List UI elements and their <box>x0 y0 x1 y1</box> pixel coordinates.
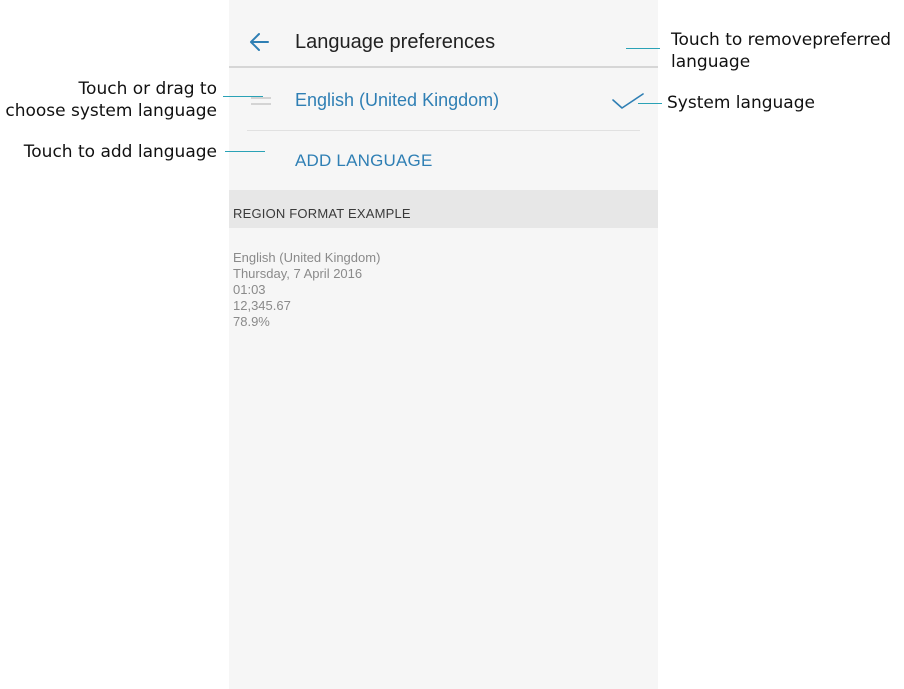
example-language: English (United Kingdom) <box>233 250 381 265</box>
example-date: Thursday, 7 April 2016 <box>233 266 363 281</box>
leader-line-remove <box>626 48 660 49</box>
example-time: 01:03 <box>233 282 266 297</box>
language-list-item[interactable]: English (United Kingdom) <box>229 68 658 131</box>
callout-remove-line2: language <box>671 52 751 72</box>
callout-drag-line2: choose system language <box>5 101 217 121</box>
callout-remove-preferred: Touch to removepreferred language <box>671 29 891 73</box>
add-language-button[interactable]: ADD LANGUAGE <box>295 151 433 171</box>
callout-remove-line1: Touch to removepreferred <box>671 30 892 50</box>
leader-line-drag <box>223 96 263 97</box>
language-name[interactable]: English (United Kingdom) <box>295 90 499 111</box>
callout-add-language: Touch to add language <box>23 142 217 162</box>
region-format-header: REGION FORMAT EXAMPLE <box>229 190 658 228</box>
example-number: 12,345.67 <box>233 298 291 313</box>
divider <box>247 130 640 131</box>
callout-drag-system-language: Touch or drag to choose system language <box>5 78 217 122</box>
example-percent: 78.9% <box>233 314 270 329</box>
drag-handle-icon[interactable] <box>251 96 271 106</box>
region-format-example: English (United Kingdom) Thursday, 7 Apr… <box>233 250 380 330</box>
check-icon[interactable] <box>611 90 645 110</box>
phone-screen: Language preferences English (United Kin… <box>229 0 658 689</box>
callout-system-language: System language <box>667 93 815 113</box>
arrow-left-icon[interactable] <box>246 28 274 56</box>
page-title: Language preferences <box>295 31 496 53</box>
callout-drag-line1: Touch or drag to <box>78 79 217 99</box>
app-bar: Language preferences <box>229 0 658 68</box>
region-format-header-label: REGION FORMAT EXAMPLE <box>233 206 411 221</box>
leader-line-add <box>225 151 265 152</box>
leader-line-system <box>638 103 662 104</box>
